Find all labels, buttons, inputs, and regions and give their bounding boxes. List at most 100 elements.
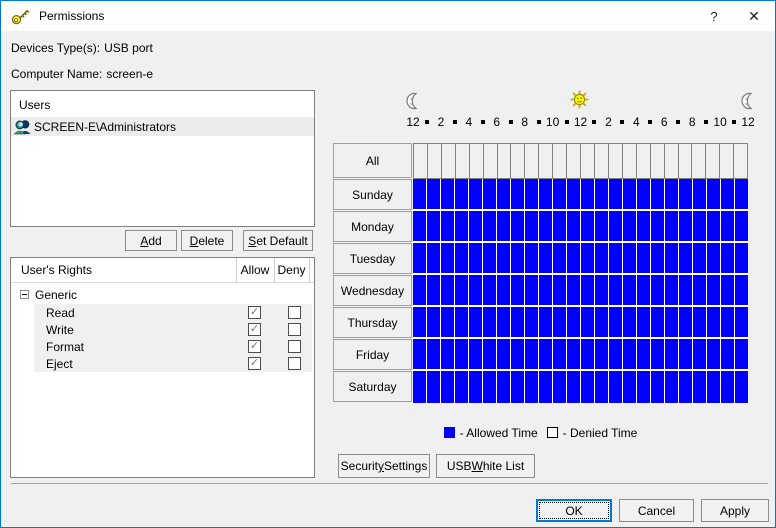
hour-column-cell[interactable] xyxy=(692,144,706,178)
tree-group-row[interactable]: Generic xyxy=(11,287,314,304)
time-cell[interactable] xyxy=(441,179,455,209)
time-cell[interactable] xyxy=(707,371,721,403)
time-cell[interactable] xyxy=(455,275,469,305)
time-cell[interactable] xyxy=(707,211,721,241)
hour-column-cell[interactable] xyxy=(623,144,637,178)
time-cell[interactable] xyxy=(497,179,511,209)
deny-checkbox[interactable] xyxy=(288,323,301,336)
hour-column-cell[interactable] xyxy=(414,144,428,178)
time-cell[interactable] xyxy=(483,371,497,403)
time-cell[interactable] xyxy=(413,243,427,273)
allow-checkbox[interactable] xyxy=(248,306,261,319)
hour-column-cell[interactable] xyxy=(456,144,470,178)
time-cell[interactable] xyxy=(455,243,469,273)
time-cell[interactable] xyxy=(623,275,637,305)
hour-column-cell[interactable] xyxy=(470,144,484,178)
time-cell[interactable] xyxy=(665,307,679,337)
time-cell[interactable] xyxy=(553,307,567,337)
hour-column-cell[interactable] xyxy=(567,144,581,178)
time-cell[interactable] xyxy=(735,275,748,305)
time-cell[interactable] xyxy=(735,371,748,403)
time-cell[interactable] xyxy=(567,275,581,305)
hour-column-cell[interactable] xyxy=(442,144,456,178)
time-cell[interactable] xyxy=(721,243,735,273)
time-cell[interactable] xyxy=(413,275,427,305)
time-cell[interactable] xyxy=(483,307,497,337)
time-cell[interactable] xyxy=(483,211,497,241)
time-cell[interactable] xyxy=(497,243,511,273)
time-cell[interactable] xyxy=(497,275,511,305)
time-cell[interactable] xyxy=(609,371,623,403)
time-cell[interactable] xyxy=(637,339,651,369)
time-cell[interactable] xyxy=(567,211,581,241)
time-cell[interactable] xyxy=(623,243,637,273)
time-cell[interactable] xyxy=(679,307,693,337)
time-cell[interactable] xyxy=(497,371,511,403)
time-cell[interactable] xyxy=(441,307,455,337)
day-button-friday[interactable]: Friday xyxy=(333,339,412,370)
time-cell[interactable] xyxy=(623,179,637,209)
time-cell[interactable] xyxy=(637,211,651,241)
time-cell[interactable] xyxy=(525,371,539,403)
time-cell[interactable] xyxy=(609,275,623,305)
time-cell[interactable] xyxy=(483,339,497,369)
time-cell[interactable] xyxy=(553,371,567,403)
allow-checkbox[interactable] xyxy=(248,357,261,370)
time-cell[interactable] xyxy=(623,339,637,369)
hour-column-cell[interactable] xyxy=(595,144,609,178)
time-cell[interactable] xyxy=(609,339,623,369)
time-cell[interactable] xyxy=(679,339,693,369)
hour-column-cell[interactable] xyxy=(651,144,665,178)
time-cell[interactable] xyxy=(511,275,525,305)
time-cell[interactable] xyxy=(469,211,483,241)
hour-column-cell[interactable] xyxy=(637,144,651,178)
time-cell[interactable] xyxy=(693,307,707,337)
time-cell[interactable] xyxy=(567,307,581,337)
time-cell[interactable] xyxy=(455,339,469,369)
time-cell[interactable] xyxy=(707,339,721,369)
hour-column-cell[interactable] xyxy=(553,144,567,178)
time-cell[interactable] xyxy=(693,211,707,241)
time-cell[interactable] xyxy=(581,371,595,403)
time-cell[interactable] xyxy=(721,371,735,403)
time-cell[interactable] xyxy=(735,243,748,273)
time-cell[interactable] xyxy=(441,243,455,273)
time-cell[interactable] xyxy=(693,371,707,403)
time-cell[interactable] xyxy=(441,339,455,369)
security-settings-button[interactable]: Security Settings xyxy=(338,454,430,478)
time-cell[interactable] xyxy=(469,243,483,273)
user-list-item[interactable]: SCREEN-E\Administrators xyxy=(11,117,314,136)
time-cell[interactable] xyxy=(525,211,539,241)
time-cell[interactable] xyxy=(469,339,483,369)
time-cell[interactable] xyxy=(721,275,735,305)
ok-button[interactable]: OK xyxy=(536,499,612,522)
time-cell[interactable] xyxy=(469,371,483,403)
time-cell[interactable] xyxy=(539,275,553,305)
time-cell[interactable] xyxy=(511,307,525,337)
time-cell[interactable] xyxy=(539,307,553,337)
day-button-thursday[interactable]: Thursday xyxy=(333,307,412,338)
hour-column-cell[interactable] xyxy=(734,144,748,178)
time-cell[interactable] xyxy=(441,275,455,305)
time-cell[interactable] xyxy=(525,275,539,305)
time-cell[interactable] xyxy=(651,211,665,241)
time-cell[interactable] xyxy=(539,211,553,241)
time-cell[interactable] xyxy=(637,371,651,403)
time-cell[interactable] xyxy=(525,307,539,337)
time-cell[interactable] xyxy=(469,307,483,337)
set-default-button[interactable]: Set Default xyxy=(243,230,313,251)
time-cell[interactable] xyxy=(483,243,497,273)
hour-column-cell[interactable] xyxy=(665,144,679,178)
time-cell[interactable] xyxy=(665,339,679,369)
time-cell[interactable] xyxy=(567,371,581,403)
time-cell[interactable] xyxy=(553,339,567,369)
time-cell[interactable] xyxy=(539,371,553,403)
hour-column-cell[interactable] xyxy=(428,144,442,178)
time-cell[interactable] xyxy=(637,179,651,209)
time-cell[interactable] xyxy=(679,179,693,209)
time-cell[interactable] xyxy=(511,179,525,209)
time-cell[interactable] xyxy=(427,211,441,241)
time-cell[interactable] xyxy=(637,275,651,305)
time-cell[interactable] xyxy=(581,179,595,209)
time-cell[interactable] xyxy=(595,179,609,209)
